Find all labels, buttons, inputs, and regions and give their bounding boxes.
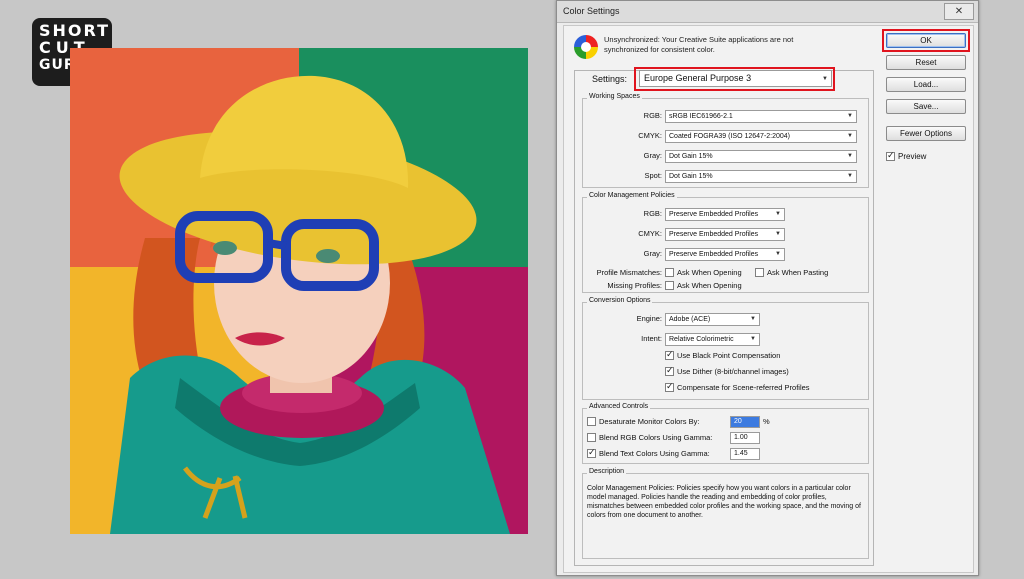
advanced-title: Advanced Controls — [587, 403, 651, 410]
black-point-checkbox[interactable] — [665, 349, 674, 360]
preview-option[interactable]: Preview — [886, 150, 927, 161]
missing-ask-when-opening-checkbox[interactable] — [665, 281, 674, 290]
ws-rgb-dropdown[interactable]: sRGB IEC61966-2.1 ▼ — [665, 110, 857, 123]
color-sync-icon — [574, 35, 598, 59]
ws-spot-dropdown[interactable]: Dot Gain 15% ▼ — [665, 170, 857, 183]
description-group: Description Color Management Policies: P… — [582, 468, 869, 559]
settings-highlight-box — [634, 67, 835, 91]
policy-gray-label: Gray: — [643, 249, 662, 258]
desaturate-input[interactable]: 20 — [730, 416, 760, 428]
ask-when-opening-label: Ask When Opening — [677, 268, 742, 277]
description-text: Color Management Policies: Policies spec… — [587, 485, 861, 519]
chevron-down-icon: ▼ — [847, 173, 853, 179]
engine-label: Engine: — [636, 314, 662, 323]
dialog-titlebar[interactable]: Color Settings ✕ — [557, 1, 978, 23]
dialog-content: Unsynchronized: Your Creative Suite appl… — [563, 25, 974, 573]
description-title: Description — [587, 468, 627, 475]
ws-spot-value: Dot Gain 15% — [669, 173, 713, 180]
portrait-artwork — [70, 48, 528, 534]
blend-text-input[interactable]: 1.45 — [730, 448, 760, 460]
working-spaces-title: Working Spaces — [587, 93, 642, 100]
policy-rgb-value: Preserve Embedded Profiles — [669, 211, 759, 218]
policy-rgb-dropdown[interactable]: Preserve Embedded Profiles ▼ — [665, 208, 785, 221]
ws-cmyk-value: Coated FOGRA39 (ISO 12647-2:2004) — [669, 133, 791, 140]
chevron-down-icon: ▼ — [847, 113, 853, 119]
policies-title: Color Management Policies — [587, 192, 677, 199]
blend-rgb-option[interactable]: Blend RGB Colors Using Gamma: — [587, 433, 712, 442]
profile-mismatches-label: Profile Mismatches: — [596, 268, 662, 277]
chevron-down-icon: ▼ — [775, 211, 781, 217]
policy-cmyk-label: CMYK: — [638, 229, 662, 238]
save-button[interactable]: Save... — [886, 99, 966, 114]
blend-text-option[interactable]: Blend Text Colors Using Gamma: — [587, 447, 710, 458]
ok-highlight-box — [882, 29, 970, 52]
ws-gray-label: Gray: — [643, 151, 662, 160]
desaturate-option[interactable]: Desaturate Monitor Colors By: — [587, 417, 699, 426]
ask-when-pasting-option[interactable]: Ask When Pasting — [755, 268, 828, 277]
dither-option[interactable]: Use Dither (8-bit/channel images) — [665, 365, 789, 376]
ws-gray-dropdown[interactable]: Dot Gain 15% ▼ — [665, 150, 857, 163]
ask-when-pasting-checkbox[interactable] — [755, 268, 764, 277]
conversion-title: Conversion Options — [587, 297, 653, 304]
scene-referred-checkbox[interactable] — [665, 381, 674, 392]
scene-referred-option[interactable]: Compensate for Scene-referred Profiles — [665, 381, 810, 392]
ask-when-pasting-label: Ask When Pasting — [767, 268, 829, 277]
chevron-down-icon: ▼ — [847, 133, 853, 139]
dither-checkbox[interactable] — [665, 365, 674, 376]
intent-label: Intent: — [641, 334, 662, 343]
black-point-label: Use Black Point Compensation — [677, 351, 781, 360]
woman-portrait-illustration — [110, 75, 510, 534]
color-settings-dialog: Color Settings ✕ Unsynchronized: Your Cr… — [556, 0, 979, 576]
chevron-down-icon: ▼ — [775, 231, 781, 237]
policy-gray-value: Preserve Embedded Profiles — [669, 251, 759, 258]
black-point-option[interactable]: Use Black Point Compensation — [665, 349, 781, 360]
blend-rgb-label: Blend RGB Colors Using Gamma: — [599, 433, 713, 442]
missing-profiles-label: Missing Profiles: — [607, 281, 662, 290]
preview-checkbox[interactable] — [886, 150, 895, 161]
chevron-down-icon: ▼ — [847, 153, 853, 159]
fewer-options-button[interactable]: Fewer Options — [886, 126, 966, 141]
missing-ask-when-opening-option[interactable]: Ask When Opening — [665, 281, 742, 290]
engine-dropdown[interactable]: Adobe (ACE) ▼ — [665, 313, 760, 326]
dither-label: Use Dither (8-bit/channel images) — [677, 367, 789, 376]
blend-text-label: Blend Text Colors Using Gamma: — [599, 449, 710, 458]
ask-when-opening-option[interactable]: Ask When Opening — [665, 268, 742, 277]
sync-message-line-1: Unsynchronized: Your Creative Suite appl… — [604, 35, 794, 44]
ask-when-opening-checkbox[interactable] — [665, 268, 674, 277]
ws-cmyk-label: CMYK: — [638, 131, 662, 140]
sync-message-line-2: synchronized for consistent color. — [604, 45, 715, 54]
chevron-down-icon: ▼ — [750, 316, 756, 322]
engine-value: Adobe (ACE) — [669, 316, 711, 323]
policy-cmyk-value: Preserve Embedded Profiles — [669, 231, 759, 238]
preview-label: Preview — [898, 152, 927, 161]
dialog-title: Color Settings — [563, 6, 620, 16]
intent-value: Relative Colorimetric — [669, 336, 734, 343]
desaturate-label: Desaturate Monitor Colors By: — [599, 417, 700, 426]
blend-text-checkbox[interactable] — [587, 447, 596, 458]
desaturate-checkbox[interactable] — [587, 417, 596, 426]
ws-gray-value: Dot Gain 15% — [669, 153, 713, 160]
policy-cmyk-dropdown[interactable]: Preserve Embedded Profiles ▼ — [665, 228, 785, 241]
ws-spot-label: Spot: — [644, 171, 662, 180]
load-button[interactable]: Load... — [886, 77, 966, 92]
policy-rgb-label: RGB: — [643, 209, 662, 218]
logo-line-1: SHORT — [39, 21, 111, 40]
chevron-down-icon: ▼ — [775, 251, 781, 257]
ws-cmyk-dropdown[interactable]: Coated FOGRA39 (ISO 12647-2:2004) ▼ — [665, 130, 857, 143]
scene-referred-label: Compensate for Scene-referred Profiles — [677, 383, 810, 392]
settings-label: Settings: — [590, 74, 630, 84]
close-button[interactable]: ✕ — [944, 3, 974, 20]
ws-rgb-label: RGB: — [643, 111, 662, 120]
blend-rgb-checkbox[interactable] — [587, 433, 596, 442]
chevron-down-icon: ▼ — [750, 336, 756, 342]
missing-ask-when-opening-label: Ask When Opening — [677, 281, 742, 290]
blend-rgb-input[interactable]: 1.00 — [730, 432, 760, 444]
policy-gray-dropdown[interactable]: Preserve Embedded Profiles ▼ — [665, 248, 785, 261]
percent-label: % — [763, 417, 770, 426]
ws-rgb-value: sRGB IEC61966-2.1 — [669, 113, 733, 120]
reset-button[interactable]: Reset — [886, 55, 966, 70]
sync-message: Unsynchronized: Your Creative Suite appl… — [604, 35, 824, 55]
intent-dropdown[interactable]: Relative Colorimetric ▼ — [665, 333, 760, 346]
